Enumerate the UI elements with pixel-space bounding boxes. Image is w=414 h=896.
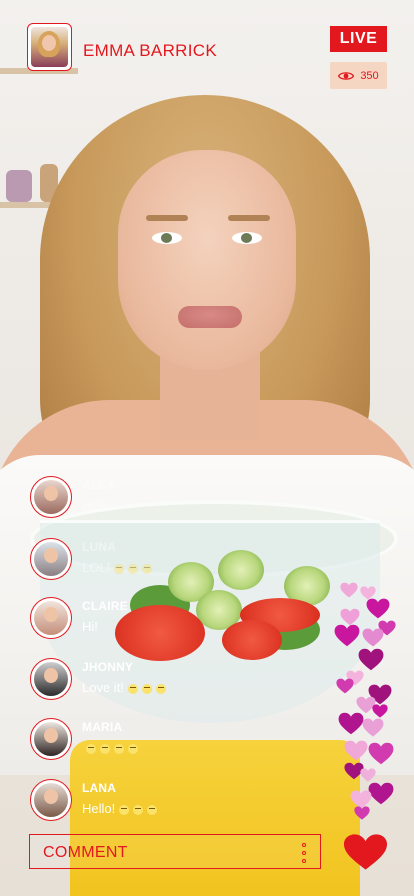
like-button[interactable] — [343, 833, 388, 871]
heart-icon — [362, 718, 384, 737]
heart-icon — [372, 704, 388, 718]
avatar[interactable] — [30, 658, 72, 700]
streamer-avatar[interactable] — [27, 23, 72, 71]
emoji-icon — [119, 804, 130, 815]
emoji-icon — [128, 743, 138, 754]
heart-icon — [344, 740, 368, 761]
emoji-icon — [127, 683, 138, 694]
heart-icon — [362, 628, 384, 647]
comment-author: LUNA — [82, 540, 117, 554]
heart-icon — [368, 742, 394, 765]
streamer-lips — [178, 306, 242, 328]
streamer-name[interactable]: EMMA BARRICK — [83, 41, 217, 61]
emoji-icon — [86, 743, 96, 754]
comment-placeholder: COMMENT — [43, 844, 128, 861]
comment-author: ALEX — [82, 478, 115, 492]
comment-text — [82, 740, 138, 755]
heart-icon — [334, 624, 360, 647]
streamer-brow — [146, 215, 188, 221]
comment-author: LANA — [82, 781, 117, 795]
comment-author: CLAIRE — [82, 599, 128, 613]
viewer-count-badge: 350 — [330, 62, 387, 89]
cucumber-slice — [218, 550, 264, 590]
comment-text: Hello! — [82, 801, 158, 816]
emoji-icon — [147, 804, 158, 815]
streamer-apron — [70, 740, 360, 896]
comment-text: Love it! — [82, 680, 166, 695]
emoji-icon — [133, 804, 144, 815]
more-vertical-icon[interactable] — [302, 843, 306, 863]
heart-icon — [358, 648, 384, 671]
comment-input[interactable]: COMMENT — [29, 834, 321, 869]
streamer-eye — [232, 232, 262, 244]
heart-icon — [360, 768, 376, 782]
eye-icon — [338, 71, 355, 80]
streamer-face — [118, 150, 296, 370]
background-jar — [6, 170, 32, 202]
viewer-count: 350 — [360, 69, 379, 82]
heart-icon — [336, 678, 354, 694]
avatar[interactable] — [30, 718, 72, 760]
heart-icon — [340, 582, 358, 598]
avatar[interactable] — [30, 538, 72, 580]
emoji-icon — [114, 563, 125, 574]
heart-icon — [338, 712, 364, 735]
comment-text: LOL! — [82, 560, 153, 575]
comment-text: Hi! — [82, 619, 98, 634]
tomato-slice — [115, 605, 205, 661]
emoji-icon — [155, 683, 166, 694]
avatar[interactable] — [30, 476, 72, 518]
streamer-brow — [228, 215, 270, 221]
tomato-slice — [222, 620, 282, 660]
heart-icon — [366, 598, 390, 619]
emoji-icon — [128, 563, 139, 574]
live-badge: LIVE — [330, 26, 387, 52]
emoji-icon — [142, 563, 153, 574]
emoji-icon — [100, 743, 110, 754]
heart-icon — [343, 834, 388, 870]
heart-icon — [354, 806, 370, 820]
avatar[interactable] — [30, 597, 72, 639]
comment-author: JHONNY — [82, 660, 134, 674]
comment-author: MARIA — [82, 720, 123, 734]
streamer-eye — [152, 232, 182, 244]
comment-text: Hello! — [82, 498, 116, 513]
emoji-icon — [141, 683, 152, 694]
emoji-icon — [114, 743, 124, 754]
avatar[interactable] — [30, 779, 72, 821]
